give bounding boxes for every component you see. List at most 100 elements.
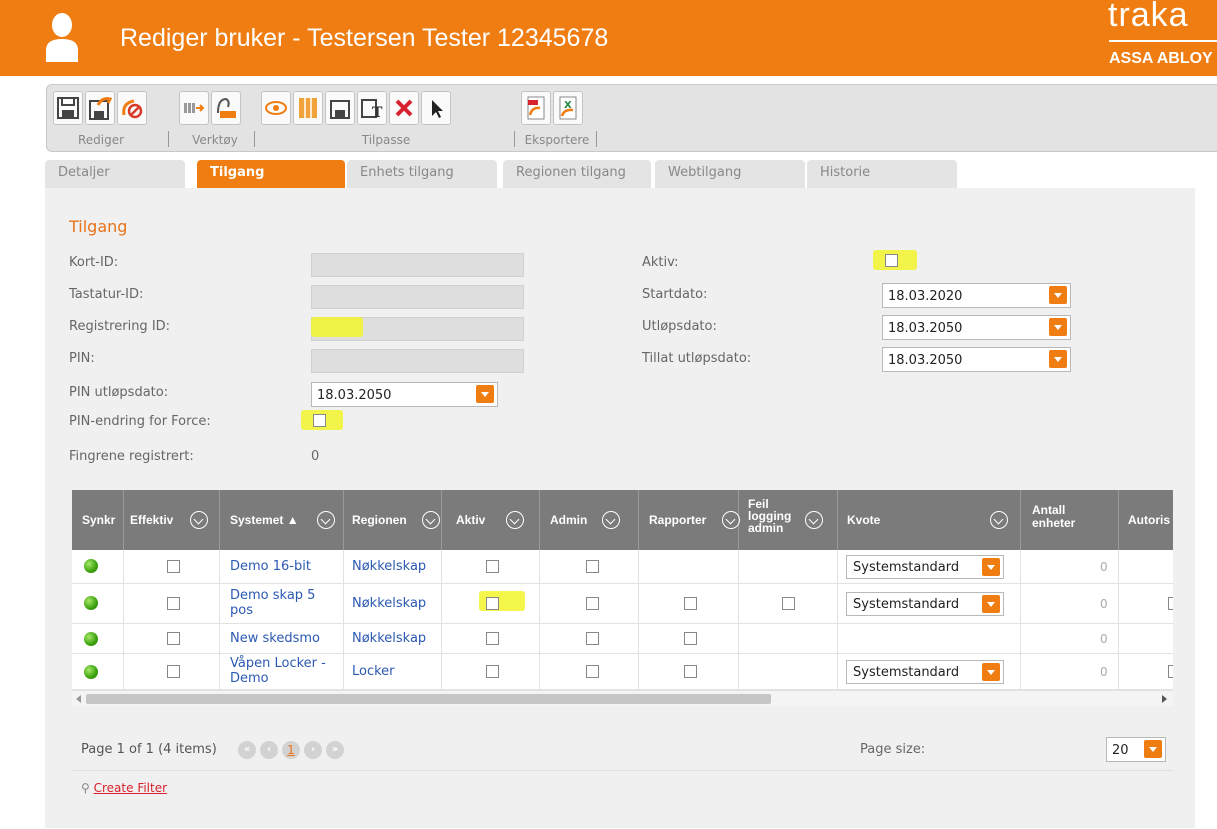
- system-link[interactable]: Demo 16-bit: [230, 559, 311, 574]
- transfer-button[interactable]: [179, 91, 209, 125]
- view-button[interactable]: [261, 91, 291, 125]
- admin-checkbox[interactable]: [586, 597, 599, 610]
- rapporter-checkbox[interactable]: [684, 665, 697, 678]
- next-page-icon[interactable]: ›: [304, 741, 322, 759]
- pin-force-checkbox[interactable]: [313, 414, 326, 427]
- table-row[interactable]: Våpen Locker - Demo Locker Systemstandar…: [72, 654, 1173, 690]
- effektiv-checkbox[interactable]: [167, 560, 180, 573]
- save-and-edit-button[interactable]: [85, 91, 115, 125]
- table-row[interactable]: Demo 16-bit Nøkkelskap Systemstandard 0: [72, 550, 1173, 584]
- tab-webtilgang[interactable]: Webtilgang: [655, 160, 805, 188]
- tab-tilgang[interactable]: Tilgang: [197, 160, 345, 188]
- pin-utlop-date-input[interactable]: 18.03.2050: [311, 382, 498, 407]
- chevron-down-icon[interactable]: [506, 511, 524, 529]
- chevron-down-icon[interactable]: [317, 511, 335, 529]
- admin-checkbox[interactable]: [586, 560, 599, 573]
- effektiv-checkbox[interactable]: [167, 597, 180, 610]
- utlopsdato-date-input[interactable]: 18.03.2050: [882, 315, 1071, 340]
- feil-logging-checkbox[interactable]: [782, 597, 795, 610]
- chevron-down-icon[interactable]: [1144, 740, 1162, 758]
- save-button[interactable]: [53, 91, 83, 125]
- chevron-down-icon[interactable]: [990, 511, 1008, 529]
- tab-historie[interactable]: Historie: [807, 160, 957, 188]
- admin-checkbox[interactable]: [586, 665, 599, 678]
- layout-save-button[interactable]: [325, 91, 355, 125]
- create-filter-link[interactable]: ⚲ Create Filter: [81, 781, 167, 795]
- column-header-systemet[interactable]: Systemet ▲: [230, 513, 299, 527]
- tab-enhets-tilgang[interactable]: Enhets tilgang: [347, 160, 497, 188]
- tastatur-id-field[interactable]: [311, 285, 524, 309]
- chevron-down-icon[interactable]: [1049, 318, 1067, 336]
- effektiv-checkbox[interactable]: [167, 665, 180, 678]
- region-link[interactable]: Nøkkelskap: [352, 631, 426, 646]
- delete-button[interactable]: [389, 91, 419, 125]
- column-header-kvote[interactable]: Kvote: [847, 513, 880, 527]
- cancel-button[interactable]: [117, 91, 147, 125]
- effektiv-checkbox[interactable]: [167, 632, 180, 645]
- column-header-synkr[interactable]: Synkr: [82, 513, 115, 527]
- table-row[interactable]: Demo skap 5 pos Nøkkelskap Systemstandar…: [72, 584, 1173, 624]
- chevron-down-icon[interactable]: [982, 558, 1000, 576]
- page-number-button[interactable]: 1: [282, 741, 300, 759]
- region-link[interactable]: Locker: [352, 664, 395, 679]
- columns-button[interactable]: [293, 91, 323, 125]
- column-header-autoris[interactable]: Autoris: [1128, 513, 1170, 527]
- tillat-utlopsdato-date-input[interactable]: 18.03.2050: [882, 347, 1071, 372]
- column-header-rapporter[interactable]: Rapporter: [649, 513, 706, 527]
- startdato-date-input[interactable]: 18.03.2020: [882, 283, 1071, 308]
- kvote-select[interactable]: Systemstandard: [846, 592, 1004, 616]
- kort-id-field[interactable]: [311, 253, 524, 277]
- chevron-down-icon[interactable]: [982, 595, 1000, 613]
- select-button[interactable]: [421, 91, 451, 125]
- aktiv-checkbox[interactable]: [486, 632, 499, 645]
- system-link[interactable]: Våpen Locker - Demo: [230, 656, 335, 686]
- kvote-select[interactable]: Systemstandard: [846, 660, 1004, 684]
- system-link[interactable]: New skedsmo: [230, 631, 320, 646]
- page-size-select[interactable]: 20: [1106, 737, 1166, 762]
- system-link[interactable]: Demo skap 5 pos: [230, 588, 335, 618]
- export-excel-button[interactable]: X: [553, 91, 583, 125]
- column-header-admin[interactable]: Admin: [550, 513, 587, 527]
- chevron-down-icon[interactable]: [805, 511, 823, 529]
- aktiv-checkbox[interactable]: [486, 560, 499, 573]
- rapporter-checkbox[interactable]: [684, 597, 697, 610]
- chevron-down-icon[interactable]: [602, 511, 620, 529]
- chevron-down-icon[interactable]: [982, 663, 1000, 681]
- chevron-down-icon[interactable]: [190, 511, 208, 529]
- horizontal-scrollbar[interactable]: [72, 690, 1173, 706]
- antall-enheter-value: 0: [1100, 632, 1108, 646]
- scroll-left-icon[interactable]: [76, 695, 81, 703]
- scroll-thumb[interactable]: [86, 694, 771, 704]
- aktiv-checkbox[interactable]: [486, 597, 499, 610]
- autoris-checkbox[interactable]: [1168, 665, 1173, 678]
- scroll-right-icon[interactable]: [1162, 695, 1167, 703]
- tab-detaljer[interactable]: Detaljer: [45, 160, 185, 188]
- column-header-effektiv[interactable]: Effektiv: [130, 513, 173, 527]
- pin-field[interactable]: [311, 349, 524, 373]
- prev-page-icon[interactable]: ‹: [260, 741, 278, 759]
- chevron-down-icon[interactable]: [476, 385, 494, 403]
- text-format-button[interactable]: T: [357, 91, 387, 125]
- table-row[interactable]: New skedsmo Nøkkelskap 0: [72, 624, 1173, 654]
- column-header-regionen[interactable]: Regionen: [352, 513, 407, 527]
- chevron-down-icon[interactable]: [422, 511, 440, 529]
- admin-checkbox[interactable]: [586, 632, 599, 645]
- column-header-antall-enheter[interactable]: Antall enheter: [1032, 504, 1092, 530]
- chevron-down-icon[interactable]: [1049, 350, 1067, 368]
- aktiv-checkbox[interactable]: [885, 254, 898, 267]
- aktiv-checkbox[interactable]: [486, 665, 499, 678]
- export-pdf-button[interactable]: [521, 91, 551, 125]
- chevron-down-icon[interactable]: [722, 511, 740, 529]
- region-link[interactable]: Nøkkelskap: [352, 559, 426, 574]
- column-header-aktiv[interactable]: Aktiv: [456, 513, 485, 527]
- autoris-checkbox[interactable]: [1168, 597, 1173, 610]
- chevron-down-icon[interactable]: [1049, 286, 1067, 304]
- tab-regionen-tilgang[interactable]: Regionen tilgang: [503, 160, 651, 188]
- kvote-select[interactable]: Systemstandard: [846, 555, 1004, 579]
- user-badge-button[interactable]: [211, 91, 241, 125]
- region-link[interactable]: Nøkkelskap: [352, 596, 426, 611]
- first-page-icon[interactable]: «: [238, 741, 256, 759]
- column-header-feil-logging-admin[interactable]: Feil logging admin: [748, 498, 792, 534]
- rapporter-checkbox[interactable]: [684, 632, 697, 645]
- last-page-icon[interactable]: »: [326, 741, 344, 759]
